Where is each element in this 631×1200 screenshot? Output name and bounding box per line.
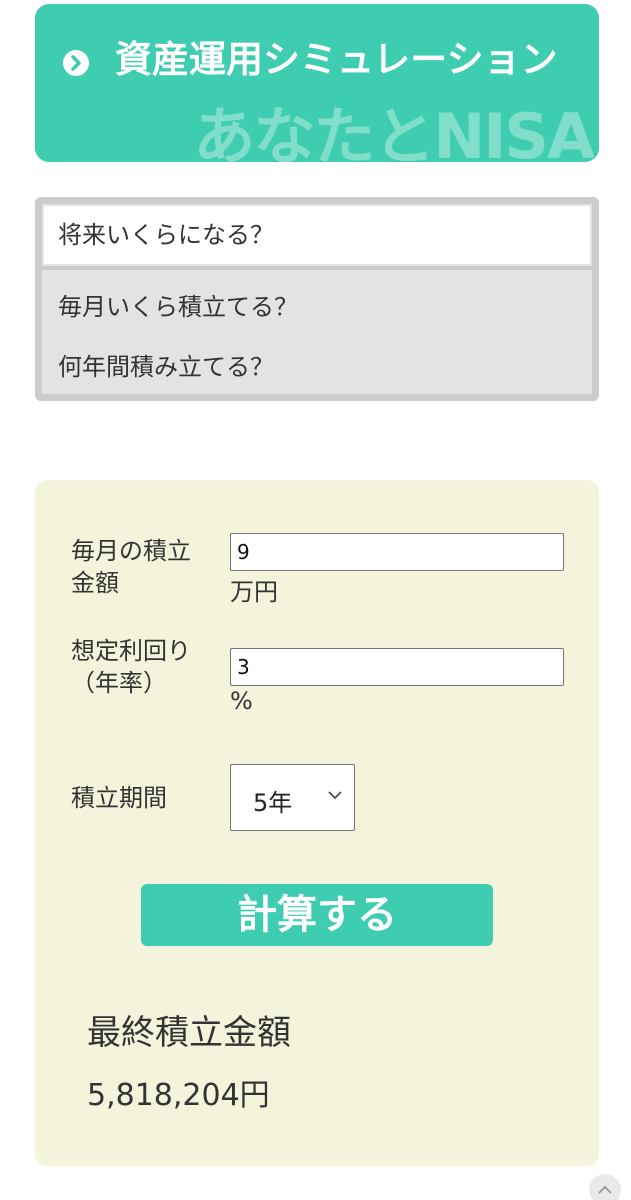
period-label: 積立期間 (71, 784, 167, 812)
monthly-amount-input[interactable] (230, 533, 564, 571)
calculate-button[interactable]: 計算する (141, 884, 493, 946)
result-value: 5,818,204円 (87, 1078, 270, 1113)
chevron-up-icon (598, 1185, 612, 1194)
mode-tabs: 将来いくらになる？ 毎月いくら積立てる？ 何年間積み立てる？ (35, 197, 599, 401)
page-title: 資産運用シミュレーション (115, 38, 558, 81)
page: あなたとNISA 資産運用シミュレーション 将来いくらになる？ 毎月いくら積立て… (0, 0, 631, 1200)
result-label: 最終積立金額 (87, 1013, 291, 1053)
tab-monthly-amount[interactable]: 毎月いくら積立てる？ (44, 278, 590, 336)
banner-watermark: あなたとNISA (193, 100, 595, 162)
period-select-value: 5年 (253, 789, 293, 817)
tab-years[interactable]: 何年間積み立てる？ (44, 338, 590, 396)
simulation-form: 毎月の積立金額 万円 想定利回り（年率） % 積立期間 5年 計算する 最終積立… (35, 480, 599, 1166)
rate-input[interactable] (230, 648, 564, 686)
tab-future-value[interactable]: 将来いくらになる？ (44, 206, 590, 264)
monthly-amount-unit: 万円 (230, 578, 278, 606)
monthly-amount-label: 毎月の積立金額 (71, 537, 191, 597)
header-banner: あなたとNISA 資産運用シミュレーション (35, 4, 599, 162)
period-select[interactable]: 5年 (230, 764, 355, 831)
tab-divider (42, 266, 592, 270)
rate-unit: % (230, 687, 253, 715)
scroll-top-button[interactable] (589, 1174, 621, 1200)
rate-label: 想定利回り（年率） (71, 637, 191, 697)
chevron-down-icon (328, 791, 342, 800)
